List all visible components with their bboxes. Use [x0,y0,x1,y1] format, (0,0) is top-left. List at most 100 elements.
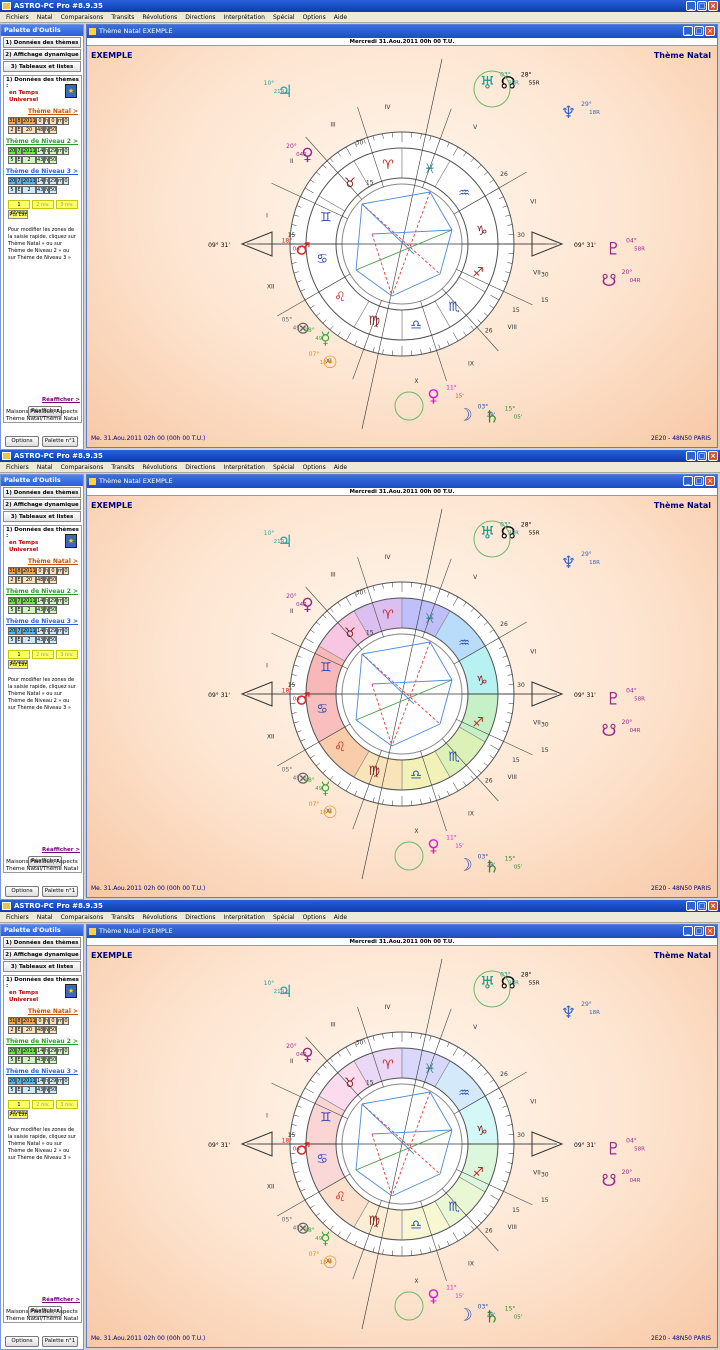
chart-close-button[interactable]: × [705,476,715,486]
level-button[interactable]: 3 niv. [56,1100,78,1109]
date-field[interactable]: 20 [8,627,16,635]
date-field[interactable]: 0 [63,177,69,185]
menu-item[interactable]: Spécial [269,12,299,23]
menu-item[interactable]: Natal [33,462,57,473]
date-field[interactable]: 20 [8,597,16,605]
date-field[interactable]: 2 [8,576,16,584]
date-field[interactable]: 0 [36,117,44,125]
date-field[interactable]: 29 [49,1077,57,1085]
date-field[interactable]: 5 [8,636,16,644]
chart-close-button[interactable]: × [705,926,715,936]
menu-item[interactable]: Interprétation [220,912,269,923]
date-field[interactable]: 2011 [22,567,36,575]
palette-section-button[interactable]: 2) Affichage dynamique [3,499,81,510]
level3-theme-link[interactable]: Thème de Niveau 3 > [4,1068,81,1076]
date-field[interactable]: 0 [63,1017,69,1025]
palette-section-button[interactable]: 3) Tableaux et listes [3,961,81,972]
menu-item[interactable]: Options [299,462,330,473]
date-field[interactable]: 5 [8,606,16,614]
date-field[interactable]: 14 [36,627,44,635]
date-field[interactable]: 0 [63,567,69,575]
date-field[interactable]: 0 [63,117,69,125]
minimize-button[interactable]: _ [686,1,696,11]
date-field[interactable]: 50 [49,156,57,164]
date-field[interactable]: 20 [8,1077,16,1085]
refresh-link[interactable]: Réafficher > [1,397,83,403]
menu-item[interactable]: Fichiers [2,912,33,923]
date-field[interactable]: 14 [36,1047,44,1055]
palette-button[interactable]: Palette n°1 [42,886,78,897]
chart-minimize-button[interactable]: _ [683,26,693,36]
close-button[interactable]: × [708,451,718,461]
date-field[interactable]: 43 [36,636,44,644]
wizard-icon[interactable]: ★ [65,534,77,548]
chart-area[interactable]: EXEMPLE Thème Natal ♈ ♓ ♒ ♑ ♐ ♏ ♎ ♍ ♌ ♋ ♊ ♉ I II III IV… [87,946,717,1347]
date-field[interactable]: 50 [49,1086,57,1094]
date-field[interactable]: 0 [63,627,69,635]
menu-item[interactable]: Révolutions [138,462,181,473]
date-field[interactable]: 0 [63,597,69,605]
level-button[interactable]: 1 niveau [8,1100,30,1116]
menu-item[interactable]: Spécial [269,462,299,473]
date-field[interactable]: 2 [22,606,36,614]
date-field[interactable]: 0 [49,567,57,575]
maximize-button[interactable]: □ [697,1,707,11]
minimize-button[interactable]: _ [686,901,696,911]
date-field[interactable]: 20 [8,147,16,155]
pts-ext-button[interactable]: Pts Ext [8,210,28,219]
menu-item[interactable]: Aide [330,12,351,23]
level-button[interactable]: 2 niv. [32,1100,54,1109]
menu-item[interactable]: Aide [330,912,351,923]
date-field[interactable]: 43 [36,1056,44,1064]
close-button[interactable]: × [708,901,718,911]
level3-theme-link[interactable]: Thème de Niveau 3 > [4,168,81,176]
date-field[interactable]: 50 [49,606,57,614]
level-button[interactable]: 3 niv. [56,200,78,209]
date-field[interactable]: 14 [36,147,44,155]
level2-theme-link[interactable]: Thème de Niveau 2 > [4,588,81,596]
date-field[interactable]: 14 [36,1077,44,1085]
date-field[interactable]: 2 [8,1026,16,1034]
palette-section-button[interactable]: 2) Affichage dynamique [3,49,81,60]
chart-maximize-button[interactable]: □ [694,26,704,36]
date-field[interactable]: 14 [36,597,44,605]
chart-area[interactable]: EXEMPLE Thème Natal ♈ ♓ ♒ ♑ ♐ ♏ ♎ ♍ ♌ ♋ ♊ ♉ I II III IV… [87,46,717,447]
chart-minimize-button[interactable]: _ [683,926,693,936]
date-field[interactable]: 5 [8,1086,16,1094]
menu-item[interactable]: Options [299,912,330,923]
date-field[interactable]: 50 [49,636,57,644]
menu-item[interactable]: Natal [33,12,57,23]
palette-section-button[interactable]: 3) Tableaux et listes [3,511,81,522]
menu-item[interactable]: Comparaisons [57,912,108,923]
menu-item[interactable]: Options [299,12,330,23]
date-field[interactable]: 2011 [22,1047,36,1055]
date-field[interactable]: 29 [49,627,57,635]
date-field[interactable]: 31 [8,117,16,125]
level-button[interactable]: 3 niv. [56,650,78,659]
date-field[interactable]: 48 [36,1026,44,1034]
pts-ext-button[interactable]: Pts Ext [8,1110,28,1119]
date-field[interactable]: 20 [22,1026,36,1034]
date-field[interactable]: 2011 [22,1077,36,1085]
palette-button[interactable]: Palette n°1 [42,1336,78,1347]
date-field[interactable]: 2 [8,126,16,134]
menu-item[interactable]: Directions [181,912,219,923]
date-field[interactable]: 20 [22,126,36,134]
date-field[interactable]: 43 [36,1086,44,1094]
date-field[interactable]: 29 [49,597,57,605]
level-button[interactable]: 1 niveau [8,650,30,666]
options-button[interactable]: Options [5,436,39,447]
palette-section-button[interactable]: 1) Données des thèmes [3,937,81,948]
natal-theme-link[interactable]: Thème Natal > [4,1008,81,1016]
close-button[interactable]: × [708,1,718,11]
refresh-link[interactable]: Réafficher > [1,1297,83,1303]
date-field[interactable]: 14 [36,177,44,185]
date-field[interactable]: 48 [36,576,44,584]
palette-button[interactable]: Palette n°1 [42,436,78,447]
palette-section-button[interactable]: 1) Données des thèmes [3,487,81,498]
date-field[interactable]: 2011 [22,177,36,185]
date-field[interactable]: 0 [63,1047,69,1055]
menu-item[interactable]: Spécial [269,912,299,923]
menu-item[interactable]: Transits [107,12,138,23]
maximize-button[interactable]: □ [697,901,707,911]
